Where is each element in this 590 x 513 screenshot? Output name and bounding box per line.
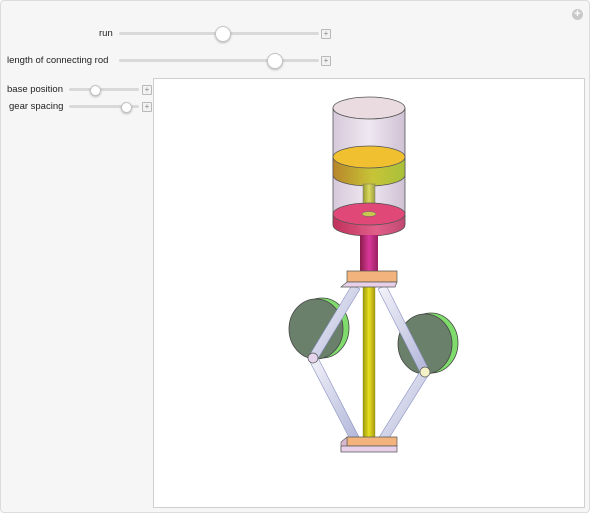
run-slider-thumb[interactable] bbox=[215, 26, 231, 42]
plus-square-icon[interactable]: + bbox=[321, 29, 331, 39]
add-circle-icon[interactable]: + bbox=[572, 9, 583, 20]
gear-spacing-label: gear spacing bbox=[9, 101, 64, 112]
run-label: run bbox=[99, 28, 113, 39]
base-position-slider-track[interactable] bbox=[69, 88, 139, 91]
plus-square-icon[interactable]: + bbox=[321, 56, 331, 66]
gear-spacing-slider-thumb[interactable] bbox=[120, 102, 132, 113]
connecting-rod-label: length of connecting rod bbox=[7, 55, 109, 66]
engine-mechanism-graphic bbox=[288, 96, 459, 453]
connecting-rod-slider-track[interactable] bbox=[119, 59, 319, 62]
plus-square-icon[interactable]: + bbox=[142, 85, 152, 95]
connecting-rod-slider-thumb[interactable] bbox=[267, 53, 283, 69]
base-position-slider-thumb[interactable] bbox=[90, 85, 102, 96]
mechanism-view[interactable] bbox=[153, 78, 585, 508]
plus-square-icon[interactable]: + bbox=[142, 102, 152, 112]
base-position-label: base position bbox=[7, 84, 63, 95]
demonstration-panel: + run + length of connecting rod + base … bbox=[0, 0, 590, 513]
